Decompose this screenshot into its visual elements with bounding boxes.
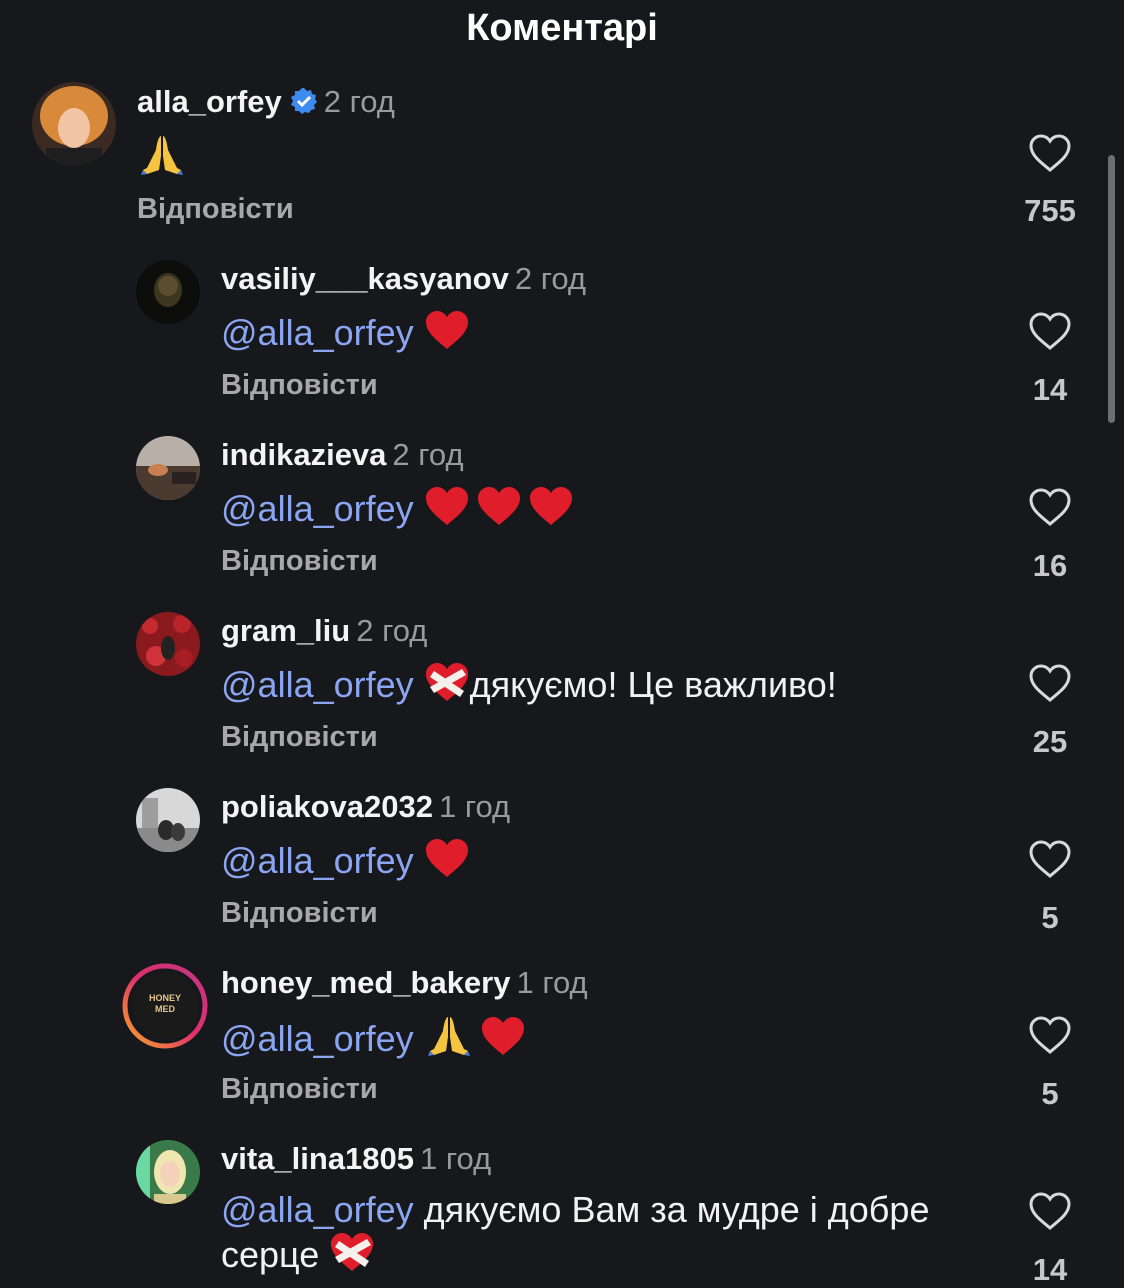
comment-meta: vita_lina1805 1 год: [221, 1139, 491, 1179]
timestamp: 1 год: [438, 789, 511, 824]
heart-outline-icon: [1029, 134, 1071, 172]
like-count: 14: [1032, 1252, 1068, 1287]
red-heart-icon: [528, 485, 574, 536]
mention-link[interactable]: @alla_orfey: [221, 312, 414, 353]
mention-link[interactable]: @alla_orfey: [221, 488, 414, 529]
like-button[interactable]: [1028, 1191, 1072, 1231]
comment-body-line2: серце: [221, 1234, 320, 1275]
verified-badge-icon: [290, 85, 318, 125]
comment-body: дякуємо! Це важливо!: [469, 664, 837, 705]
heart-outline-icon: [1029, 664, 1071, 702]
avatar[interactable]: [136, 436, 200, 500]
avatar-story-ring[interactable]: HONEY MED: [122, 963, 208, 1049]
reply-button[interactable]: Відповісти: [221, 367, 378, 403]
mention-link[interactable]: @alla_orfey: [221, 1018, 414, 1059]
reply-button[interactable]: Відповісти: [221, 543, 378, 579]
comment-text: @alla_orfey: [221, 1013, 526, 1066]
mending-heart-icon: [329, 1231, 375, 1282]
like-button[interactable]: [1028, 839, 1072, 879]
like-button[interactable]: [1028, 1015, 1072, 1055]
red-heart-icon: [424, 485, 470, 536]
page-title: Коментарі: [466, 7, 658, 49]
like-count: 25: [1032, 724, 1068, 759]
like-count: 16: [1032, 548, 1068, 583]
avatar[interactable]: [136, 1140, 200, 1204]
username[interactable]: honey_med_bakery: [221, 965, 510, 1000]
scrollbar[interactable]: [1108, 155, 1115, 423]
heart-outline-icon: [1029, 488, 1071, 526]
avatar-logo-text: HONEY MED: [148, 993, 181, 1014]
username[interactable]: alla_orfey: [137, 84, 282, 119]
username[interactable]: gram_liu: [221, 613, 350, 648]
comment-meta: indikazieva 2 год: [221, 435, 464, 475]
like-count: 14: [1032, 372, 1068, 407]
comment-meta: alla_orfey 2 год: [137, 82, 395, 125]
comment-meta: vasiliy___kasyanov 2 год: [221, 259, 586, 299]
like-button[interactable]: [1028, 663, 1072, 703]
like-button[interactable]: [1028, 133, 1072, 173]
heart-outline-icon: [1029, 840, 1071, 878]
timestamp: 2 год: [323, 84, 395, 119]
mention-link[interactable]: @alla_orfey: [221, 1189, 414, 1230]
username[interactable]: indikazieva: [221, 437, 386, 472]
reply-button[interactable]: Відповісти: [221, 895, 378, 931]
comment-text: @alla_orfey дякуємо Вам за мудре і добре…: [221, 1189, 1001, 1282]
comment-meta: honey_med_bakery 1 год: [221, 963, 588, 1003]
like-button[interactable]: [1028, 311, 1072, 351]
timestamp: 2 год: [514, 261, 586, 296]
like-button[interactable]: [1028, 487, 1072, 527]
heart-outline-icon: [1029, 1192, 1071, 1230]
comment-text: @alla_orfey: [221, 837, 470, 888]
red-heart-icon: [424, 837, 470, 888]
like-count: 755: [1024, 193, 1076, 228]
comment-meta: gram_liu 2 год: [221, 611, 427, 651]
timestamp: 2 год: [356, 613, 428, 648]
mention-link[interactable]: @alla_orfey: [221, 664, 414, 705]
timestamp: 1 год: [516, 965, 588, 1000]
like-count: 5: [1041, 900, 1059, 935]
comment-text: @alla_orfey дякуємо! Це важливо!: [221, 661, 837, 712]
avatar[interactable]: [32, 82, 116, 166]
avatar[interactable]: [136, 260, 200, 324]
red-heart-icon: [480, 1015, 526, 1066]
avatar[interactable]: [136, 788, 200, 852]
like-count: 5: [1041, 1076, 1059, 1111]
mention-link[interactable]: @alla_orfey: [221, 840, 414, 881]
comment-text: @alla_orfey: [221, 309, 470, 360]
reply-button[interactable]: Відповісти: [221, 719, 378, 755]
mending-heart-icon: [424, 661, 470, 712]
username[interactable]: vasiliy___kasyanov: [221, 261, 509, 296]
comment-text: [137, 132, 187, 185]
heart-outline-icon: [1029, 312, 1071, 350]
red-heart-icon: [424, 309, 470, 360]
avatar[interactable]: [136, 612, 200, 676]
comment-body: дякуємо Вам за мудре і добре: [423, 1189, 930, 1230]
timestamp: 1 год: [420, 1141, 492, 1176]
username[interactable]: vita_lina1805: [221, 1141, 414, 1176]
reply-button[interactable]: Відповісти: [221, 1071, 378, 1107]
comment-meta: poliakova2032 1 год: [221, 787, 510, 827]
reply-button[interactable]: Відповісти: [137, 191, 294, 227]
username[interactable]: poliakova2032: [221, 789, 433, 824]
timestamp: 2 год: [392, 437, 464, 472]
red-heart-icon: [476, 485, 522, 536]
heart-outline-icon: [1029, 1016, 1071, 1054]
praying-hands-icon: [424, 1013, 474, 1066]
comment-text: @alla_orfey: [221, 485, 574, 536]
praying-hands-icon: [137, 132, 187, 185]
